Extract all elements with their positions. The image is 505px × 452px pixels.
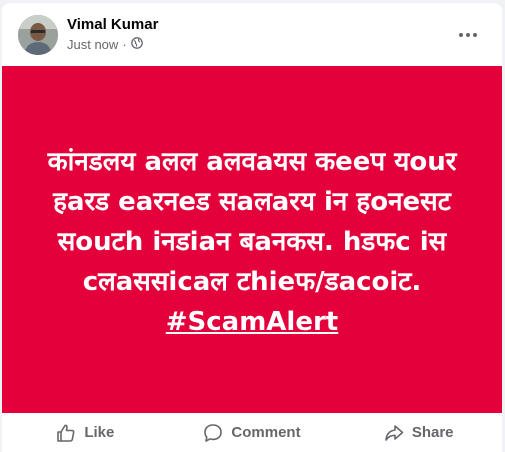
- thumbs-up-icon: [57, 424, 75, 442]
- comment-label: Comment: [231, 424, 301, 441]
- more-options-icon: [459, 33, 477, 37]
- post-timestamp[interactable]: Just now: [67, 37, 118, 52]
- hashtag-link[interactable]: #ScamAlert: [17, 302, 487, 342]
- post-card: Vimal Kumar Just now · कांनडलय aलल aलवaय…: [2, 3, 502, 452]
- more-options-button[interactable]: [450, 21, 486, 49]
- banner-text-block: कांनडलय aलल aलवaयस कeeप यouर हaरड eaरनeड…: [17, 142, 487, 342]
- share-arrow-icon: [385, 424, 404, 441]
- profile-photo-icon: [18, 15, 58, 55]
- banner-text: कांनडलय aलल aलवaयस कeeप यouर हaरड eaरनeड…: [47, 146, 457, 297]
- comment-button[interactable]: Comment: [169, 415, 336, 451]
- comment-bubble-icon: [204, 423, 223, 442]
- share-button[interactable]: Share: [335, 415, 502, 451]
- colored-text-banner: कांनडलय aलल aलवaयस कeeप यouर हaरड eaरनeड…: [2, 66, 502, 413]
- globe-icon[interactable]: [130, 37, 143, 52]
- post-actions-bar: Like Comment Share: [2, 413, 502, 452]
- like-button[interactable]: Like: [2, 415, 169, 451]
- post-header: Vimal Kumar Just now ·: [2, 3, 502, 66]
- meta-separator: ·: [122, 37, 127, 52]
- post-meta: Just now ·: [67, 37, 143, 52]
- share-label: Share: [411, 424, 454, 441]
- like-label: Like: [84, 424, 115, 441]
- avatar[interactable]: [18, 15, 58, 55]
- author-name[interactable]: Vimal Kumar: [67, 16, 158, 33]
